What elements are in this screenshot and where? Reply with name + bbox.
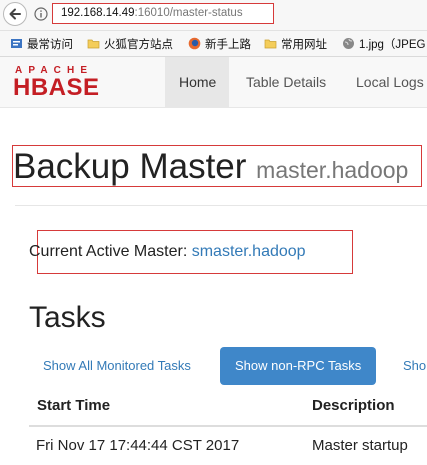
browser-url-bar: 192.168.14.49:16010/master-status (0, 0, 427, 31)
page-title: Backup Master master.hadoop (13, 146, 408, 191)
tasks-heading: Tasks (29, 301, 106, 334)
folder-icon (87, 39, 100, 49)
table-row: Fri Nov 17 17:44:44 CST 2017 Master star… (29, 427, 427, 460)
arrow-left-icon (9, 8, 21, 20)
url-host: 192.168.14.49 (61, 7, 135, 19)
bookmark-jpeg-file[interactable]: 1.jpg（JPEG (342, 31, 425, 56)
active-master-link[interactable]: smaster.hadoop (192, 243, 306, 260)
active-master-label: Current Active Master: (29, 243, 192, 260)
url-path: :16010/master-status (134, 7, 243, 19)
column-start-time[interactable]: Start Time (37, 387, 110, 425)
page-title-text: Backup Master (13, 147, 247, 186)
info-icon[interactable] (34, 7, 48, 21)
logo-hbase-text: HBASE (13, 74, 100, 101)
active-master-line: Current Active Master: smaster.hadoop (29, 243, 306, 261)
bookmark-firefox-site[interactable]: 火狐官方站点 (87, 31, 173, 56)
tab-rpc-tasks[interactable]: Sho (403, 347, 426, 385)
bookmark-icon (11, 39, 22, 48)
back-button[interactable] (3, 2, 27, 26)
nav-table-details[interactable]: Table Details (246, 57, 326, 107)
bookmark-most-visited[interactable]: 最常访问 (10, 31, 73, 56)
bookmark-label: 火狐官方站点 (104, 38, 173, 51)
folder-icon (264, 39, 277, 49)
cell-start-time: Fri Nov 17 17:44:44 CST 2017 (36, 437, 240, 454)
bookmark-label: 新手上路 (205, 38, 251, 51)
bookmarks-toolbar: 最常访问 火狐官方站点 新手上路 常用网址 1.jpg（JPEG (0, 31, 427, 57)
nav-local-logs[interactable]: Local Logs (356, 57, 424, 107)
address-field[interactable]: 192.168.14.49:16010/master-status (52, 3, 274, 24)
master-hostname: master.hadoop (256, 157, 409, 183)
column-description[interactable]: Description (312, 387, 395, 425)
bookmark-label: 最常访问 (27, 38, 73, 51)
nav-home[interactable]: Home (179, 57, 216, 107)
site-navbar: APACHE HBASE Home Table Details Local Lo… (0, 57, 427, 108)
bookmark-getting-started[interactable]: 新手上路 (188, 31, 251, 56)
bookmark-label: 常用网址 (281, 38, 327, 51)
tab-non-rpc-tasks[interactable]: Show non-RPC Tasks (220, 347, 377, 385)
bookmark-common-sites[interactable]: 常用网址 (264, 31, 327, 56)
divider (15, 205, 427, 206)
globe-icon (343, 38, 354, 49)
cell-description: Master startup (312, 437, 408, 454)
tab-all-monitored-tasks[interactable]: Show All Monitored Tasks (43, 347, 191, 385)
firefox-icon (188, 37, 201, 50)
bookmark-label: 1.jpg（JPEG (359, 38, 426, 51)
tasks-table-header: Start Time Description (29, 387, 427, 427)
